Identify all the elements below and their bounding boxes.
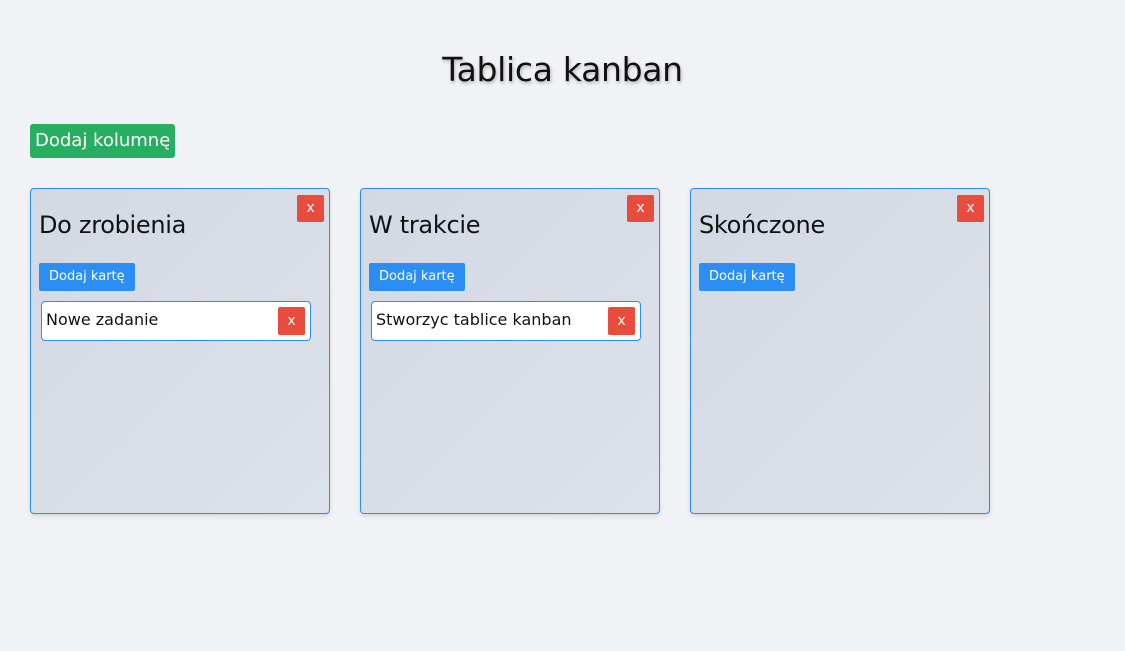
add-card-button[interactable]: Dodaj kartę [369,263,465,291]
column-title: Skończone [699,211,825,239]
column-title: W trakcie [369,211,481,239]
kanban-column: x W trakcie Dodaj kartę Stworzyc tablice… [360,188,660,514]
kanban-column: x Skończone Dodaj kartę [690,188,990,514]
delete-column-button[interactable]: x [627,195,654,222]
delete-column-button[interactable]: x [957,195,984,222]
kanban-card[interactable]: Stworzyc tablice kanban x [371,301,641,341]
card-text: Stworzyc tablice kanban [376,310,572,329]
delete-column-button[interactable]: x [297,195,324,222]
kanban-card[interactable]: Nowe zadanie x [41,301,311,341]
add-card-button[interactable]: Dodaj kartę [39,263,135,291]
column-title: Do zrobienia [39,211,187,239]
kanban-board: x Do zrobienia Dodaj kartę Nowe zadanie … [30,188,990,514]
delete-card-button[interactable]: x [278,307,305,335]
delete-card-button[interactable]: x [608,307,635,335]
add-column-button[interactable]: Dodaj kolumnę [30,124,176,158]
page-title: Tablica kanban [442,50,683,89]
kanban-column: x Do zrobienia Dodaj kartę Nowe zadanie … [30,188,330,514]
kanban-page: Tablica kanban Dodaj kolumnę x Do zrobie… [0,0,1125,651]
add-card-button[interactable]: Dodaj kartę [699,263,795,291]
card-text: Nowe zadanie [46,310,159,329]
